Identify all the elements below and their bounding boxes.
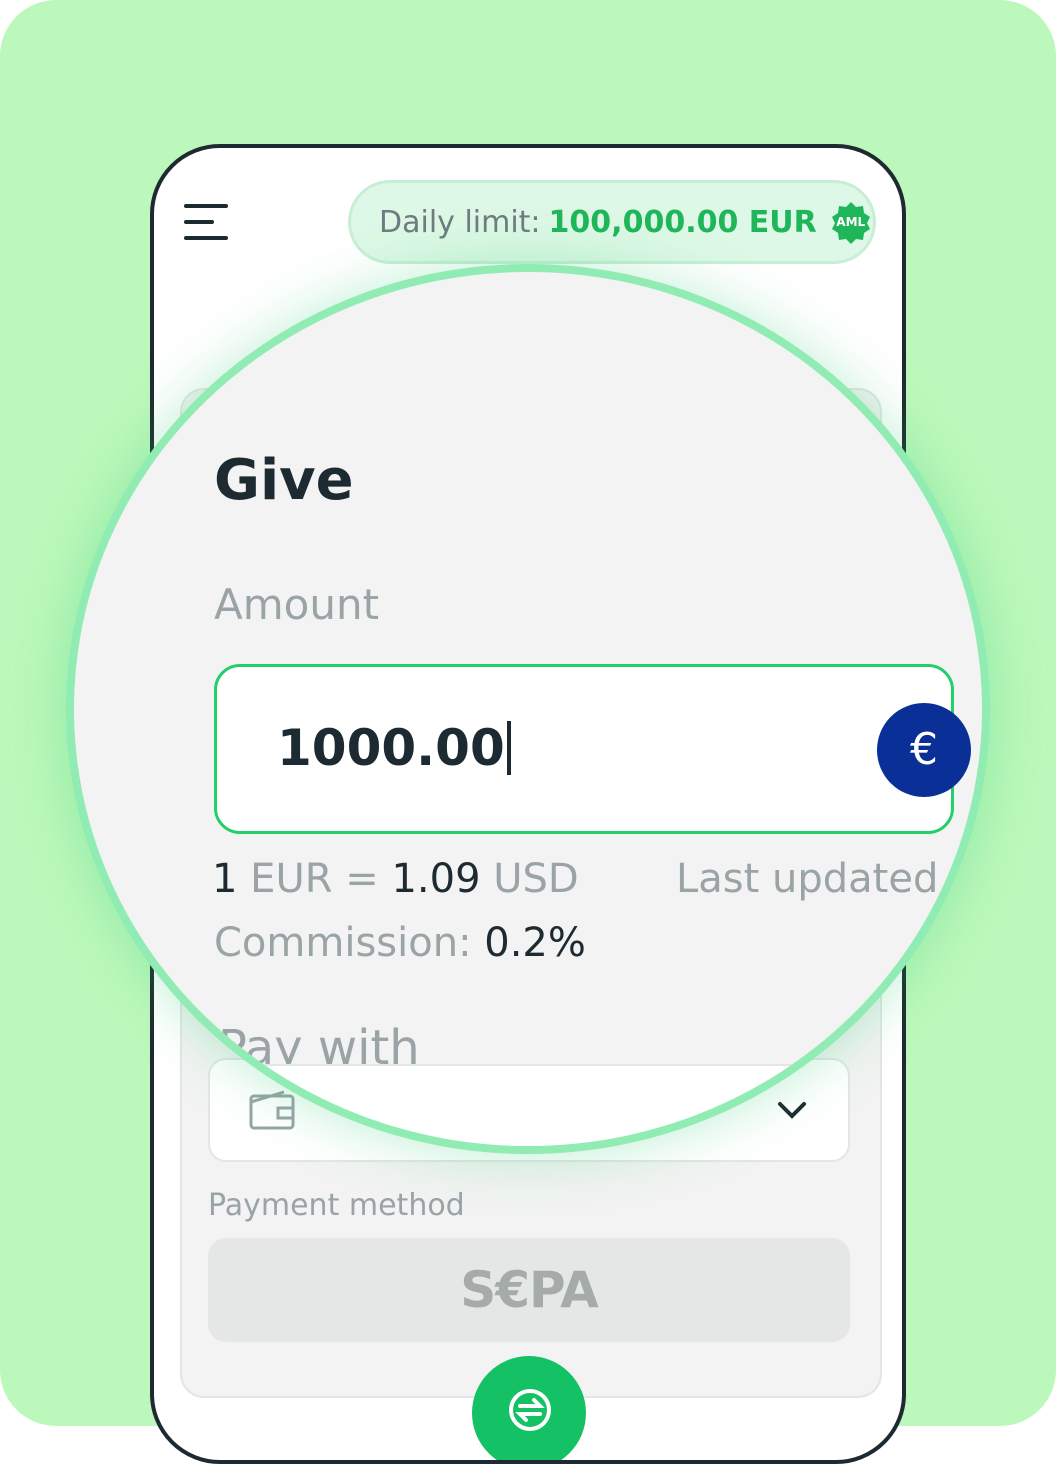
daily-limit-pill: Daily limit: 100,000.00 EUR AML	[348, 180, 876, 264]
aml-badge-icon[interactable]: AML	[829, 200, 873, 244]
magnifier-lens: Give Amount 1000.00 € 1 EUR = 1.09 USD L…	[66, 264, 990, 1154]
amount-value[interactable]: 1000.00	[277, 719, 511, 777]
text-caret	[506, 721, 511, 775]
last-updated-text: Last updated	[676, 856, 939, 902]
daily-limit-label: Daily limit:	[379, 204, 541, 240]
payment-method-sepa[interactable]: S€PA	[208, 1238, 850, 1342]
give-title: Give	[214, 448, 354, 513]
daily-limit-value: 100,000.00 EUR	[548, 204, 817, 240]
payment-method-label: Payment method	[208, 1188, 465, 1223]
pay-with-select-magnified[interactable]	[216, 1064, 856, 1146]
sepa-logo: S€PA	[460, 1261, 599, 1319]
currency-selector-button[interactable]: €	[877, 703, 971, 797]
exchange-rate: 1 EUR = 1.09 USD	[212, 856, 579, 902]
amount-label: Amount	[214, 580, 380, 629]
commission: Commission: 0.2%	[214, 920, 586, 966]
menu-icon[interactable]	[184, 202, 230, 242]
amount-input[interactable]: 1000.00 €	[214, 664, 971, 834]
swap-button[interactable]	[472, 1356, 586, 1460]
wallet-icon	[257, 1098, 303, 1138]
aml-badge-text: AML	[836, 215, 866, 229]
swap-icon	[509, 1389, 551, 1431]
